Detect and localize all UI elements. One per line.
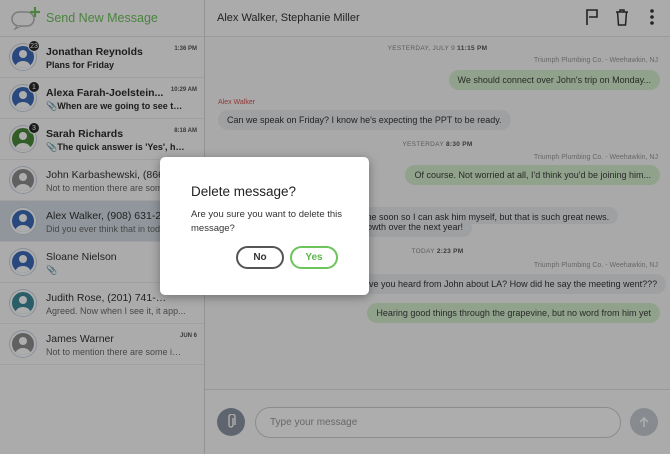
- dialog-title: Delete message?: [191, 184, 297, 199]
- dialog-body: Are you sure you want to delete this mes…: [191, 209, 343, 234]
- delete-message-dialog: Delete message? Are you sure you want to…: [160, 157, 369, 295]
- yes-button[interactable]: Yes: [290, 246, 338, 269]
- no-button[interactable]: No: [236, 246, 284, 269]
